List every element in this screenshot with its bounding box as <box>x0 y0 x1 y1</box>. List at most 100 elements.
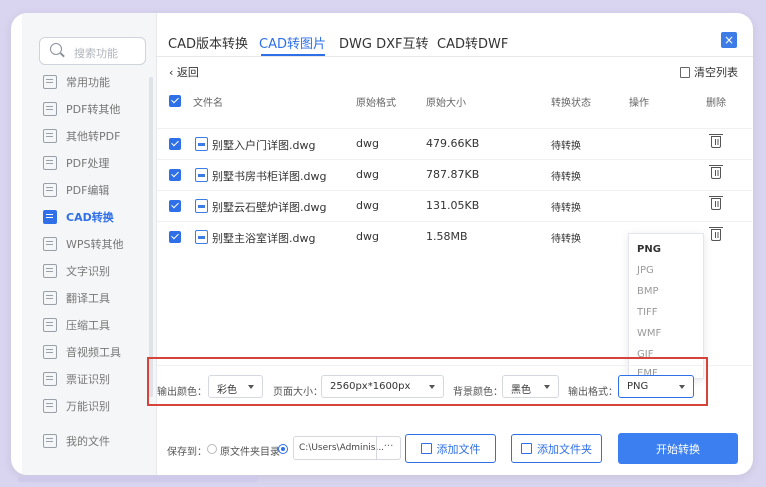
file-format: dwg <box>356 168 379 181</box>
format-option-tiff[interactable]: TIFF <box>637 307 658 318</box>
sidebar-item-label: 票证识别 <box>66 373 110 386</box>
pdf-icon <box>43 102 57 116</box>
trash-icon[interactable] <box>709 165 723 179</box>
file-name: 别墅云石壁炉详图.dwg <box>212 201 327 214</box>
sidebar-item-label: 我的文件 <box>66 435 110 448</box>
folder-icon <box>521 443 532 454</box>
file-size: 1.58MB <box>426 230 468 243</box>
header-format: 原始格式 <box>356 98 396 109</box>
sidebar-scrollbar[interactable] <box>149 77 153 397</box>
ticket-icon <box>43 372 57 386</box>
format-option-wmf[interactable]: WMF <box>637 328 661 339</box>
folder-icon <box>43 434 57 448</box>
file-size: 787.87KB <box>426 168 480 181</box>
file-status: 待转换 <box>551 141 581 152</box>
sidebar-item-ocr[interactable]: 文字识别 <box>43 258 153 284</box>
start-convert-label: 开始转换 <box>656 442 700 456</box>
highlight-box <box>147 357 708 406</box>
trash-icon[interactable] <box>709 227 723 241</box>
sidebar-item-label: 翻译工具 <box>66 292 110 305</box>
file-name: 别墅主浴室详图.dwg <box>212 232 316 245</box>
sidebar-item-compress[interactable]: 压缩工具 <box>43 312 153 338</box>
tab-dwg-dxf[interactable]: DWG DXF互转 <box>339 33 428 52</box>
tab-cad-version[interactable]: CAD版本转换 <box>168 33 248 52</box>
radio-custom-path[interactable] <box>278 444 288 454</box>
sidebar: 搜索功能 常用功能 PDF转其他 其他转PDF PDF处理 PDF编辑 CAD转… <box>22 13 157 475</box>
format-option-bmp[interactable]: BMP <box>637 286 659 297</box>
save-to-label: 保存到： <box>167 447 207 458</box>
background-strip <box>18 476 258 482</box>
header-delete: 删除 <box>706 98 726 109</box>
select-all-checkbox[interactable] <box>169 95 181 107</box>
sidebar-item-pdf-to-other[interactable]: PDF转其他 <box>43 96 153 122</box>
sidebar-item-media[interactable]: 音视频工具 <box>43 339 153 365</box>
header-size: 原始大小 <box>426 98 466 109</box>
active-tab-indicator <box>261 54 325 56</box>
file-size: 131.05KB <box>426 199 480 212</box>
sidebar-item-my-files[interactable]: 我的文件 <box>43 428 153 454</box>
save-path-field[interactable]: C:\Users\Adminis... ··· <box>293 436 401 460</box>
sidebar-item-label: 万能识别 <box>66 400 110 413</box>
sidebar-item-label: WPS转其他 <box>66 238 124 251</box>
browse-button[interactable]: ··· <box>376 437 400 459</box>
sidebar-item-translate[interactable]: 翻译工具 <box>43 285 153 311</box>
sidebar-item-common[interactable]: 常用功能 <box>43 69 153 95</box>
document-icon <box>43 129 57 143</box>
header-action: 操作 <box>629 98 649 109</box>
dwg-file-icon <box>195 168 208 182</box>
clear-list-icon <box>680 66 690 78</box>
add-file-icon <box>420 443 432 454</box>
search-placeholder: 搜索功能 <box>74 47 118 60</box>
sidebar-item-label: 压缩工具 <box>66 319 110 332</box>
add-folder-button[interactable]: 添加文件夹 <box>511 434 602 463</box>
translate-icon <box>43 291 57 305</box>
star-icon <box>43 75 57 89</box>
source-folder-label: 原文件夹目录 <box>220 447 280 458</box>
row-checkbox[interactable] <box>169 169 181 181</box>
sidebar-item-pdf-edit[interactable]: PDF编辑 <box>43 177 153 203</box>
table-row: 别墅云石壁炉详图.dwg dwg 131.05KB 待转换 <box>157 190 752 221</box>
clear-list-button[interactable]: 清空列表 <box>680 64 738 80</box>
sidebar-item-label: PDF处理 <box>66 157 110 170</box>
compress-icon <box>43 318 57 332</box>
row-checkbox[interactable] <box>169 138 181 150</box>
radio-source-folder[interactable] <box>207 444 217 454</box>
file-status: 待转换 <box>551 172 581 183</box>
format-option-jpg[interactable]: JPG <box>637 265 654 276</box>
sidebar-item-label: 其他转PDF <box>66 130 121 143</box>
file-name: 别墅入户门详图.dwg <box>212 139 316 152</box>
format-option-png[interactable]: PNG <box>637 244 661 255</box>
start-convert-button[interactable]: 开始转换 <box>618 433 738 464</box>
tab-cad-to-dwf[interactable]: CAD转DWF <box>437 33 508 52</box>
row-checkbox[interactable] <box>169 200 181 212</box>
table-row: 别墅书房书柜详图.dwg dwg 787.87KB 待转换 <box>157 159 752 190</box>
search-icon <box>50 43 62 55</box>
trash-icon[interactable] <box>709 134 723 148</box>
sidebar-item-pdf-process[interactable]: PDF处理 <box>43 150 153 176</box>
sidebar-item-label: PDF编辑 <box>66 184 110 197</box>
row-checkbox[interactable] <box>169 231 181 243</box>
clear-list-label: 清空列表 <box>694 66 738 79</box>
search-input[interactable]: 搜索功能 <box>39 37 146 65</box>
sidebar-item-universal-ocr[interactable]: 万能识别 <box>43 393 153 419</box>
file-format: dwg <box>356 230 379 243</box>
sidebar-item-other-to-pdf[interactable]: 其他转PDF <box>43 123 153 149</box>
trash-icon[interactable] <box>709 196 723 210</box>
sidebar-item-cad-convert[interactable]: CAD转换 <box>43 204 153 230</box>
dwg-file-icon <box>195 230 208 244</box>
file-size: 479.66KB <box>426 137 480 150</box>
header-filename: 文件名 <box>193 98 223 109</box>
app-window: 搜索功能 常用功能 PDF转其他 其他转PDF PDF处理 PDF编辑 CAD转… <box>11 13 753 475</box>
close-button[interactable]: × <box>721 32 737 48</box>
cad-icon <box>43 210 57 224</box>
tab-bar: CAD版本转换 CAD转图片 DWG DXF互转 CAD转DWF <box>157 13 753 57</box>
tab-cad-to-image[interactable]: CAD转图片 <box>259 33 326 52</box>
sidebar-item-ticket-ocr[interactable]: 票证识别 <box>43 366 153 392</box>
scan-icon <box>43 399 57 413</box>
back-button[interactable]: ‹ 返回 <box>169 64 199 80</box>
pdf-process-icon <box>43 156 57 170</box>
add-file-button[interactable]: 添加文件 <box>405 434 496 463</box>
sidebar-item-label: CAD转换 <box>66 211 114 224</box>
sidebar-item-label: PDF转其他 <box>66 103 121 116</box>
sidebar-item-wps-to-other[interactable]: WPS转其他 <box>43 231 153 257</box>
